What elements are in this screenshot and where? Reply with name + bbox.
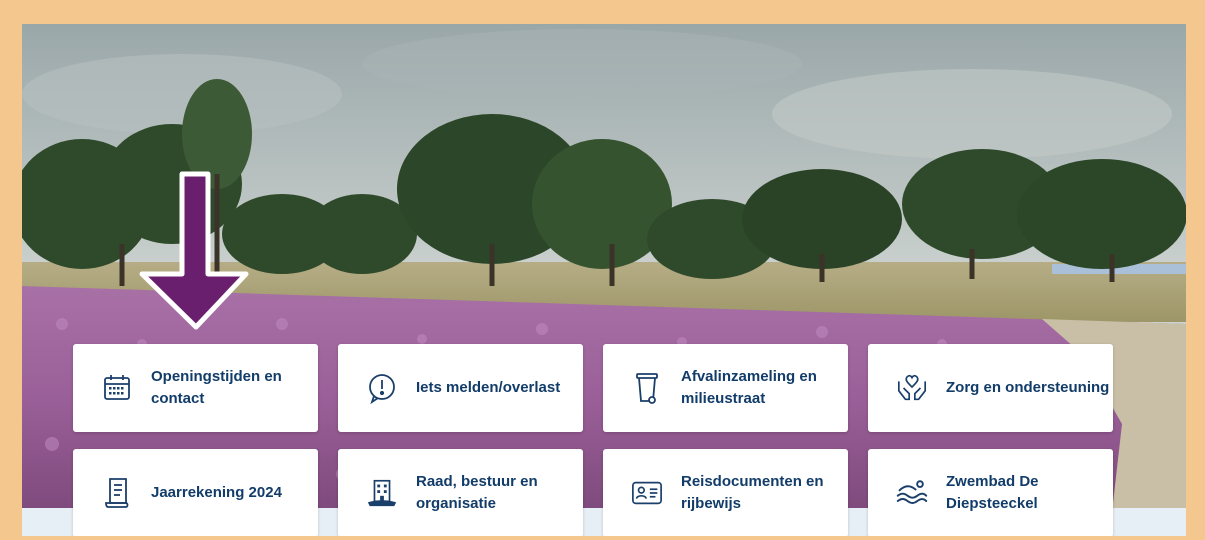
tile-jaarrekening[interactable]: Jaarrekening 2024 [73, 449, 318, 536]
screenshot-frame: Openingstijden en contact Iets melden/ov… [0, 0, 1205, 540]
tile-zwembad[interactable]: Zwembad De Diepsteeckel [868, 449, 1113, 536]
tile-label: Afvalinzameling en milieustraat [681, 368, 817, 407]
tile-label: Openingstijden en contact [151, 368, 282, 407]
tile-label: Zorg en ondersteuning [946, 379, 1110, 396]
tile-afvalinzameling[interactable]: Afvalinzameling en milieustraat [603, 344, 848, 432]
trash-bin-icon [631, 372, 663, 404]
hands-heart-icon [896, 372, 928, 404]
tile-label: Reisdocumenten en rijbewijs [681, 473, 824, 512]
tile-label: Raad, bestuur en organisatie [416, 473, 538, 512]
tile-openingstijden-contact[interactable]: Openingstijden en contact [73, 344, 318, 432]
tile-label: Zwembad De Diepsteeckel [946, 473, 1039, 512]
tile-raad-bestuur[interactable]: Raad, bestuur en organisatie [338, 449, 583, 536]
tile-zorg-ondersteuning[interactable]: Zorg en ondersteuning [868, 344, 1113, 432]
page-viewport: Openingstijden en contact Iets melden/ov… [22, 24, 1186, 536]
town-hall-icon [366, 477, 398, 509]
tile-label: Iets melden/overlast [416, 379, 561, 396]
exclamation-circle-icon [366, 372, 398, 404]
tile-reisdocumenten[interactable]: Reisdocumenten en rijbewijs [603, 449, 848, 536]
document-scroll-icon [101, 477, 133, 509]
swimming-icon [896, 477, 928, 509]
tile-label: Jaarrekening 2024 [151, 484, 282, 501]
tile-iets-melden[interactable]: Iets melden/overlast [338, 344, 583, 432]
calendar-icon [101, 372, 133, 404]
id-card-icon [631, 477, 663, 509]
